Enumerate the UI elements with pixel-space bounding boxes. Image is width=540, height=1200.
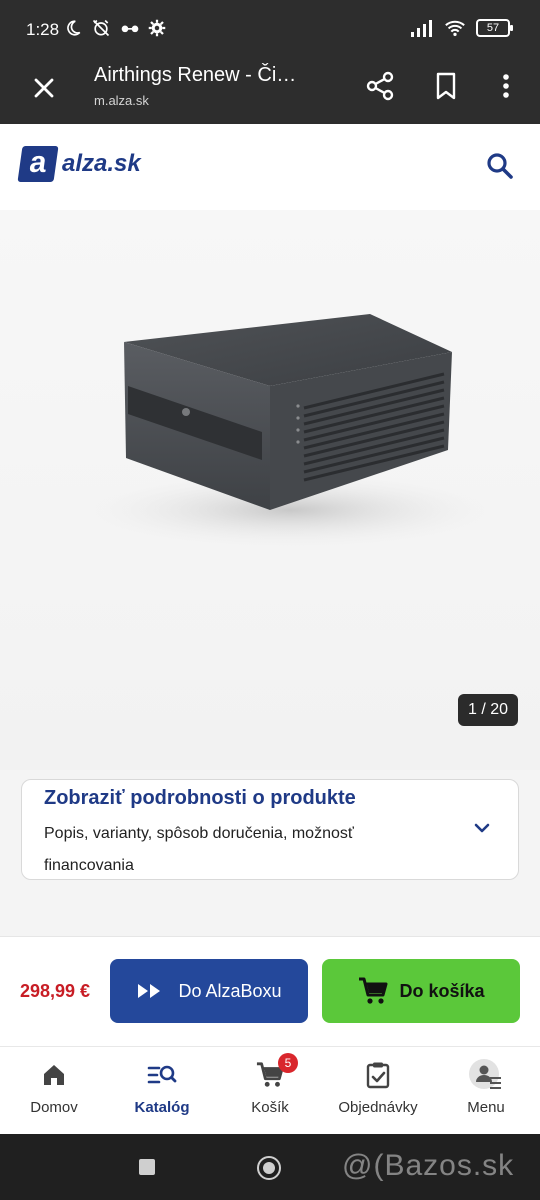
alarm-off-icon <box>92 19 110 37</box>
recent-apps-icon[interactable] <box>139 1159 155 1175</box>
buy-bar: 298,99 € Do AlzaBoxu Do košíka <box>0 936 540 1047</box>
nav-orders-label: Objednávky <box>338 1099 418 1116</box>
cart-icon <box>359 977 388 1004</box>
nav-home[interactable]: Domov <box>4 1059 104 1116</box>
moon-icon <box>67 20 81 36</box>
nav-cart-label: Košík <box>251 1099 289 1116</box>
add-to-cart-button[interactable]: Do košíka <box>322 959 520 1023</box>
alzabox-button[interactable]: Do AlzaBoxu <box>110 959 308 1023</box>
product-price: 298,99 € <box>20 981 91 1001</box>
page-url: m.alza.sk <box>94 93 149 108</box>
signal-icon <box>411 20 432 37</box>
bottom-navigation: Domov Katalóg 5 Košík Objednávky Menu <box>0 1046 540 1135</box>
nav-cart[interactable]: 5 Košík <box>220 1053 320 1116</box>
nav-orders[interactable]: Objednávky <box>328 1059 428 1116</box>
incognito-icon <box>121 25 139 33</box>
cart-count-badge: 5 <box>278 1053 298 1073</box>
details-title: Zobraziť podrobnosti o produkte <box>44 787 356 809</box>
page-title: Airthings Renew - Či… <box>94 64 297 86</box>
status-icons-left <box>64 18 166 38</box>
browser-actions <box>364 70 516 102</box>
product-gallery[interactable]: 1 / 20 <box>0 210 540 770</box>
nav-catalog-label: Katalóg <box>134 1099 190 1116</box>
search-icon[interactable] <box>484 150 516 182</box>
catalog-search-icon <box>147 1065 177 1084</box>
logo-name: alza.sk <box>62 150 141 177</box>
status-time: 1:28 <box>26 20 60 39</box>
details-description: Popis, varianty, spôsob doručenia, možno… <box>44 825 354 874</box>
logo-mark: a <box>17 146 59 182</box>
status-icons-right: 57 <box>410 19 513 37</box>
home-icon <box>44 1065 64 1085</box>
nav-menu[interactable]: Menu <box>436 1059 536 1116</box>
fast-forward-icon <box>138 984 161 998</box>
more-vert-icon[interactable] <box>496 70 516 102</box>
clipboard-check-icon <box>366 1062 390 1089</box>
site-header: a alza.sk <box>0 124 540 210</box>
home-button-icon[interactable] <box>257 1156 281 1180</box>
wifi-icon <box>445 20 465 37</box>
settings-gear-icon <box>148 19 166 37</box>
close-icon[interactable] <box>28 72 60 104</box>
gallery-counter: 1 / 20 <box>457 694 518 726</box>
nav-catalog[interactable]: Katalóg <box>112 1059 212 1116</box>
battery-icon: 57 <box>476 19 513 37</box>
cart-button-label: Do košíka <box>399 980 485 1001</box>
product-image <box>70 314 510 550</box>
bookmark-icon[interactable] <box>430 70 462 102</box>
product-details-card[interactable]: Zobraziť podrobnosti o produkte Popis, v… <box>21 779 519 880</box>
alza-logo[interactable]: a alza.sk <box>17 146 141 182</box>
nav-home-label: Domov <box>30 1099 78 1116</box>
alzabox-button-label: Do AlzaBoxu <box>178 980 282 1001</box>
system-navigation-bar: @(Bazos.sk <box>0 1134 540 1200</box>
share-icon[interactable] <box>364 70 396 102</box>
watermark: @(Bazos.sk <box>342 1149 515 1182</box>
status-bar: 1:28 57 <box>0 0 540 56</box>
chevron-down-icon[interactable] <box>472 818 492 838</box>
nav-menu-label: Menu <box>467 1099 505 1116</box>
browser-toolbar: Airthings Renew - Či… m.alza.sk <box>0 56 540 124</box>
user-menu-icon <box>469 1059 501 1089</box>
